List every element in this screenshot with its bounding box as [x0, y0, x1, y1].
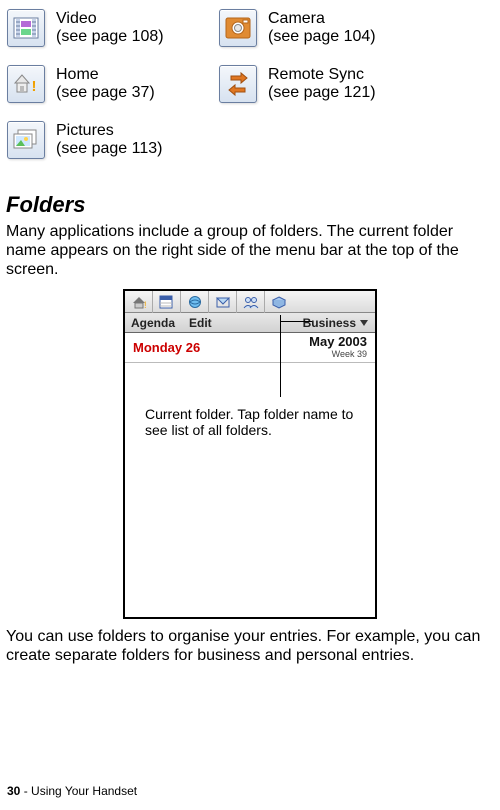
remote-label: Remote Sync (see page 121): [260, 64, 430, 102]
callout-text: Current folder. Tap folder name to see l…: [145, 406, 363, 438]
video-label: Video (see page 108): [48, 8, 218, 46]
camera-page: (see page 104): [268, 28, 430, 46]
device-toolbar: !: [125, 291, 375, 313]
date-day: Monday 26: [133, 340, 200, 355]
date-month: May 2003: [309, 336, 367, 348]
video-name: Video: [56, 10, 218, 28]
callout-line-vertical: [280, 315, 281, 397]
paragraph-2: You can use folders to organise your ent…: [6, 627, 494, 665]
date-row: Monday 26 May 2003 Week 39: [125, 333, 375, 363]
camera-name: Camera: [268, 10, 430, 28]
pictures-icon: [6, 120, 46, 160]
remote-page: (see page 121): [268, 84, 430, 102]
video-icon: [6, 8, 46, 48]
document-page: Video (see page 108) Camera (see page 10…: [0, 0, 500, 810]
footer-label: - Using Your Handset: [20, 784, 137, 798]
pictures-name: Pictures: [56, 122, 218, 140]
toolbar-calendar-icon: [153, 291, 181, 313]
remote-sync-icon: [218, 64, 258, 104]
page-footer: 30 - Using Your Handset: [7, 784, 137, 798]
callout-line-horizontal: [280, 321, 312, 322]
toolbar-globe-icon: [181, 291, 209, 313]
remote-name: Remote Sync: [268, 66, 430, 84]
date-week: Week 39: [309, 348, 367, 360]
toolbar-home-icon: !: [125, 291, 153, 313]
toolbar-contacts-icon: [237, 291, 265, 313]
paragraph-1: Many applications include a group of fol…: [6, 222, 494, 279]
camera-icon: [218, 8, 258, 48]
svg-text:!: !: [32, 78, 37, 95]
app-icon-grid: Video (see page 108) Camera (see page 10…: [6, 8, 494, 168]
home-icon: !: [6, 64, 46, 104]
menu-edit: Edit: [189, 316, 212, 330]
pictures-label: Pictures (see page 113): [48, 120, 218, 158]
toolbar-mail-icon: [209, 291, 237, 313]
device-screenshot: ! Agenda: [123, 289, 377, 619]
device-menubar: Agenda Edit Business: [125, 313, 375, 333]
home-page: (see page 37): [56, 84, 218, 102]
svg-text:!: !: [144, 300, 147, 309]
section-heading: Folders: [6, 192, 494, 218]
menu-agenda: Agenda: [131, 316, 175, 330]
home-name: Home: [56, 66, 218, 84]
folder-label: Business: [303, 316, 356, 330]
toolbar-box-icon: [265, 291, 293, 313]
pictures-page: (see page 113): [56, 140, 218, 158]
home-label: Home (see page 37): [48, 64, 218, 102]
camera-label: Camera (see page 104): [260, 8, 430, 46]
chevron-down-icon: [359, 319, 369, 327]
current-folder: Business: [303, 316, 369, 330]
page-number: 30: [7, 784, 20, 798]
video-page: (see page 108): [56, 28, 218, 46]
